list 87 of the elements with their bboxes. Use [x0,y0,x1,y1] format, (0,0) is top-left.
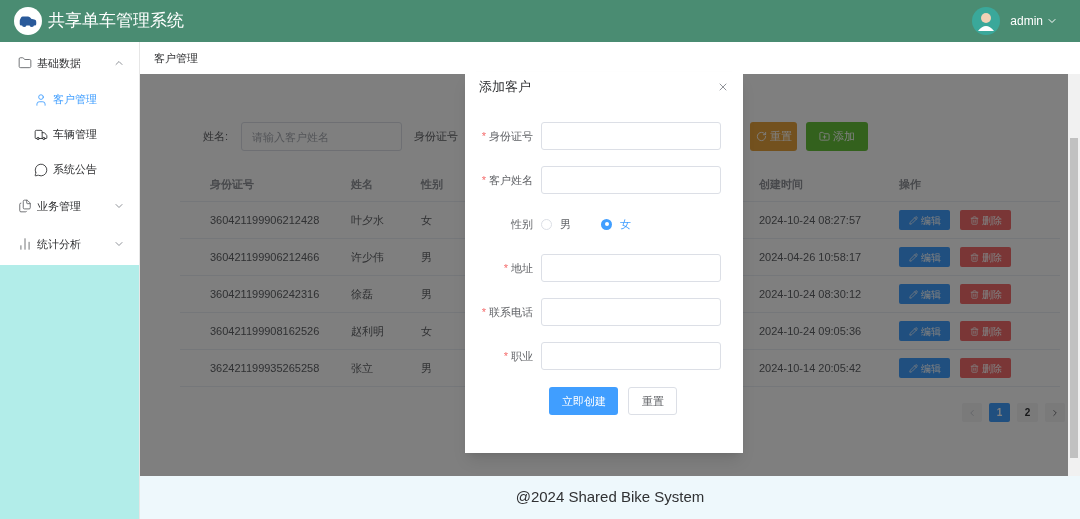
edit-button[interactable]: 编辑 [899,321,950,341]
text-field[interactable] [541,166,721,194]
trash-icon [969,326,979,336]
field-label: 职业 [511,348,533,364]
text-field[interactable] [541,254,721,282]
folder-plus-icon [819,131,830,142]
menu-group[interactable]: 基础数据 [0,44,139,82]
table-cell: 男 [421,250,432,263]
table-cell-text: 叶夕水 [351,212,385,228]
speech-bubble-icon [34,162,48,177]
breadcrumb[interactable]: 客户管理 [154,49,198,67]
truck-icon [34,127,48,142]
table-cell-text: 张立 [351,360,374,376]
table-cell-text: 许少伟 [351,249,385,265]
folder-icon [18,56,32,70]
text-field[interactable] [541,122,721,150]
next-page-button[interactable] [1045,403,1065,422]
filter-label: 身份证号 [414,129,458,145]
field-label: 联系电话 [489,304,533,320]
documents-icon [18,199,32,213]
table-cell: 男 [421,287,432,300]
reset-button[interactable]: 重置 [750,122,797,151]
menu-item[interactable]: 系统公告 [0,152,139,187]
edit-button[interactable]: 编辑 [899,284,950,304]
radio-button[interactable] [601,218,612,230]
required-mark: * [503,348,508,364]
menu-group[interactable]: 业务管理 [0,187,139,225]
text-field[interactable] [541,342,721,370]
app-title: 共享单车管理系统 [48,10,184,33]
table-cell-text: 362421199935265258 [210,360,321,376]
table-cell-text: 2024-10-24 08:27:57 [759,212,863,228]
edit-button[interactable]: 编辑 [899,247,950,267]
reset-button[interactable]: 重置 [628,387,677,415]
user-icon [34,92,48,107]
menu-item[interactable]: 车辆管理 [0,117,139,152]
table-cell-text: 2024-10-24 08:30:12 [759,286,863,302]
add-button[interactable]: 添加 [806,122,868,151]
user-menu[interactable]: admin [1010,12,1058,30]
close-icon[interactable] [717,81,729,93]
table-cell-text: 360421199906212428 [210,212,321,228]
required-mark: * [481,304,486,320]
radio-option[interactable]: 女 [601,215,631,233]
pencil-icon [908,252,918,262]
field-label: 身份证号 [489,128,533,144]
menu-group[interactable]: 统计分析 [0,225,139,263]
dialog-title: 添加客户 [479,78,531,97]
required-mark: * [481,172,486,188]
bar-chart-icon [18,237,32,251]
scrollbar[interactable] [1068,74,1080,476]
pencil-icon [908,215,918,225]
table-cell-text: 360421199908162526 [210,323,321,339]
table-cell-text: 360421199906242316 [210,286,321,302]
chevron-right-icon [1050,407,1060,418]
table-cell-text: 徐磊 [351,286,374,302]
trash-icon [969,289,979,299]
table-cell: 男 [421,361,432,374]
create-button[interactable]: 立即创建 [549,387,618,415]
trash-icon [969,363,979,373]
table-cell-text: 2024-10-14 20:05:42 [759,360,863,376]
trash-icon [969,215,979,225]
required-mark: * [503,260,508,276]
page-button[interactable]: 2 [1017,403,1038,422]
pencil-icon [908,363,918,373]
field-label: 性别 [511,216,533,232]
table-cell-text: 2024-10-24 09:05:36 [759,323,863,339]
footer-text: @2024 Shared Bike System [515,487,705,508]
page-button[interactable]: 1 [989,403,1010,422]
refresh-icon [755,131,767,142]
table-cell: 女 [421,324,432,337]
text-field[interactable] [541,298,721,326]
field-label: 客户姓名 [489,172,533,188]
pencil-icon [908,326,918,336]
table-cell-text: 2024-04-26 10:58:17 [759,249,863,265]
field-label: 地址 [511,260,533,276]
table-cell-text: 赵利明 [351,323,385,339]
trash-icon [969,252,979,262]
table-cell: 女 [421,213,432,226]
pencil-icon [908,289,918,299]
menu-item[interactable]: 客户管理 [0,82,139,117]
table-cell-text: 360421199906212466 [210,249,321,265]
logo-icon [14,7,42,35]
filter-label: 姓名: [203,129,230,145]
avatar-icon [972,7,1001,35]
edit-button[interactable]: 编辑 [899,210,950,230]
required-mark: * [481,128,486,144]
radio-option[interactable]: 男 [541,215,571,233]
edit-button[interactable]: 编辑 [899,358,950,378]
